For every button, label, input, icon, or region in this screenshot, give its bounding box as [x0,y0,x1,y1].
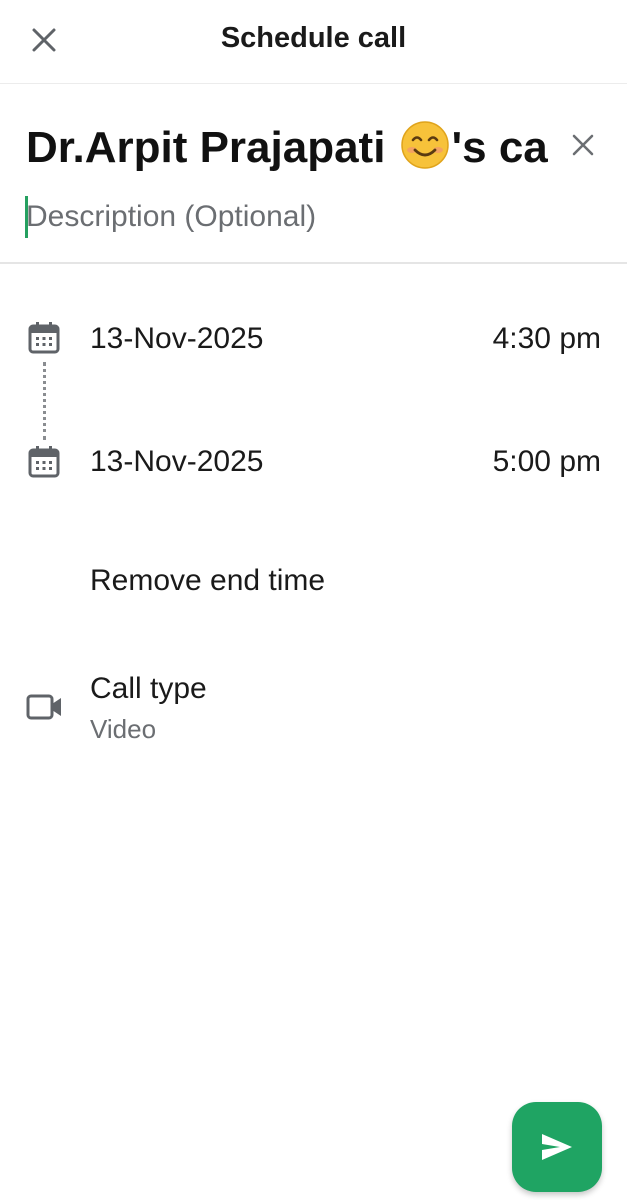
call-title-prefix: Dr.Arpit Prajapati [26,123,386,172]
description-input[interactable] [26,194,586,240]
schedule-call-screen: Schedule call Dr.Arpit Prajapati 's ca D… [0,0,627,1200]
call-type-label[interactable]: Call type [90,672,207,706]
send-icon [542,1134,572,1160]
end-date[interactable]: 13-Nov-2025 [90,445,263,479]
description-field [0,192,627,264]
start-date[interactable]: 13-Nov-2025 [90,322,263,356]
call-title-text[interactable]: Dr.Arpit Prajapati 's ca [26,120,566,173]
clear-title-button[interactable] [564,126,602,164]
video-camera-icon [26,694,61,720]
header: Schedule call [0,0,627,84]
call-type-value[interactable]: Video [90,714,156,745]
page-title: Schedule call [220,22,407,54]
call-title-suffix: 's ca [451,123,548,172]
start-time[interactable]: 4:30 pm [493,322,601,356]
end-time[interactable]: 5:00 pm [493,445,601,479]
calendar-icon [28,446,60,478]
text-cursor [25,196,28,238]
remove-end-time-button[interactable]: Remove end time [90,564,325,598]
calendar-icon [28,322,60,354]
clear-icon [572,134,594,156]
schedule-connector [43,362,46,440]
smiling-face-emoji-icon [400,121,449,169]
call-title-field[interactable]: Dr.Arpit Prajapati 's ca [0,110,627,190]
send-button[interactable] [512,1102,602,1192]
